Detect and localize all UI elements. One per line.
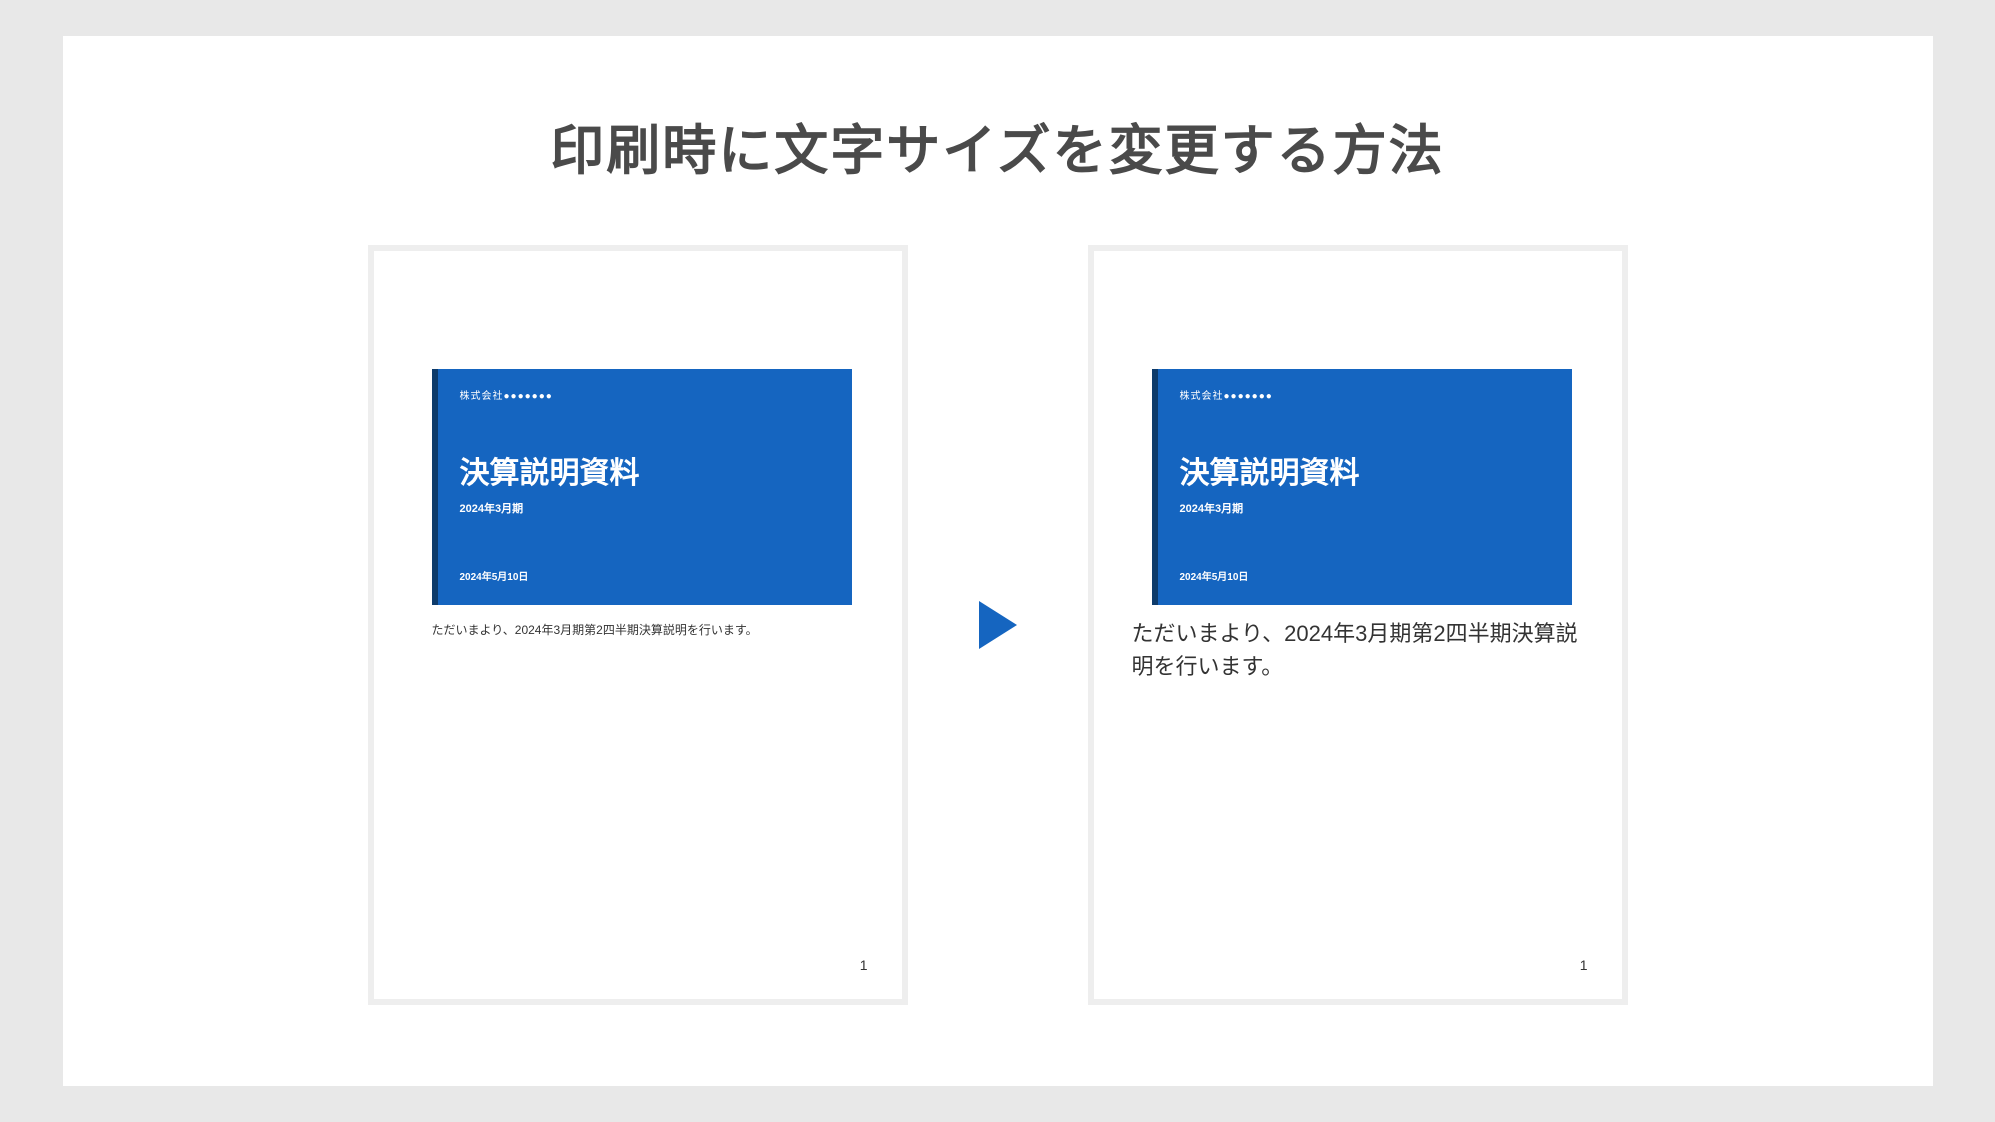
left-note-text: ただいまより、2024年3月期第2四半期決算説明を行います。 xyxy=(432,621,844,639)
arrow-container xyxy=(968,601,1028,649)
left-page-preview: 株式会社●●●●●●● 決算説明資料 2024年3月期 2024年5月10日 た… xyxy=(368,245,908,1005)
right-page-preview: 株式会社●●●●●●● 決算説明資料 2024年3月期 2024年5月10日 た… xyxy=(1088,245,1628,1005)
right-page-inner: 株式会社●●●●●●● 決算説明資料 2024年3月期 2024年5月10日 た… xyxy=(1102,259,1614,991)
slide-company-label: 株式会社●●●●●●● xyxy=(460,387,830,402)
document-canvas: 印刷時に文字サイズを変更する方法 株式会社●●●●●●● 決算説明資料 2024… xyxy=(63,36,1933,1086)
left-slide: 株式会社●●●●●●● 決算説明資料 2024年3月期 2024年5月10日 xyxy=(432,369,852,605)
slide-subtitle: 2024年3月期 xyxy=(1180,500,1550,516)
left-page-number: 1 xyxy=(860,957,868,973)
slide-subtitle: 2024年3月期 xyxy=(460,500,830,516)
right-note-text: ただいまより、2024年3月期第2四半期決算説明を行います。 xyxy=(1132,617,1584,683)
arrow-right-icon xyxy=(979,601,1017,649)
left-page-inner: 株式会社●●●●●●● 決算説明資料 2024年3月期 2024年5月10日 た… xyxy=(382,259,894,991)
right-page-number: 1 xyxy=(1580,957,1588,973)
slide-date: 2024年5月10日 xyxy=(460,568,830,583)
comparison-row: 株式会社●●●●●●● 決算説明資料 2024年3月期 2024年5月10日 た… xyxy=(63,245,1933,1005)
slide-title: 決算説明資料 xyxy=(1180,448,1550,492)
page-title: 印刷時に文字サイズを変更する方法 xyxy=(63,106,1933,185)
right-slide: 株式会社●●●●●●● 決算説明資料 2024年3月期 2024年5月10日 xyxy=(1152,369,1572,605)
slide-title: 決算説明資料 xyxy=(460,448,830,492)
slide-date: 2024年5月10日 xyxy=(1180,568,1550,583)
slide-company-label: 株式会社●●●●●●● xyxy=(1180,387,1550,402)
